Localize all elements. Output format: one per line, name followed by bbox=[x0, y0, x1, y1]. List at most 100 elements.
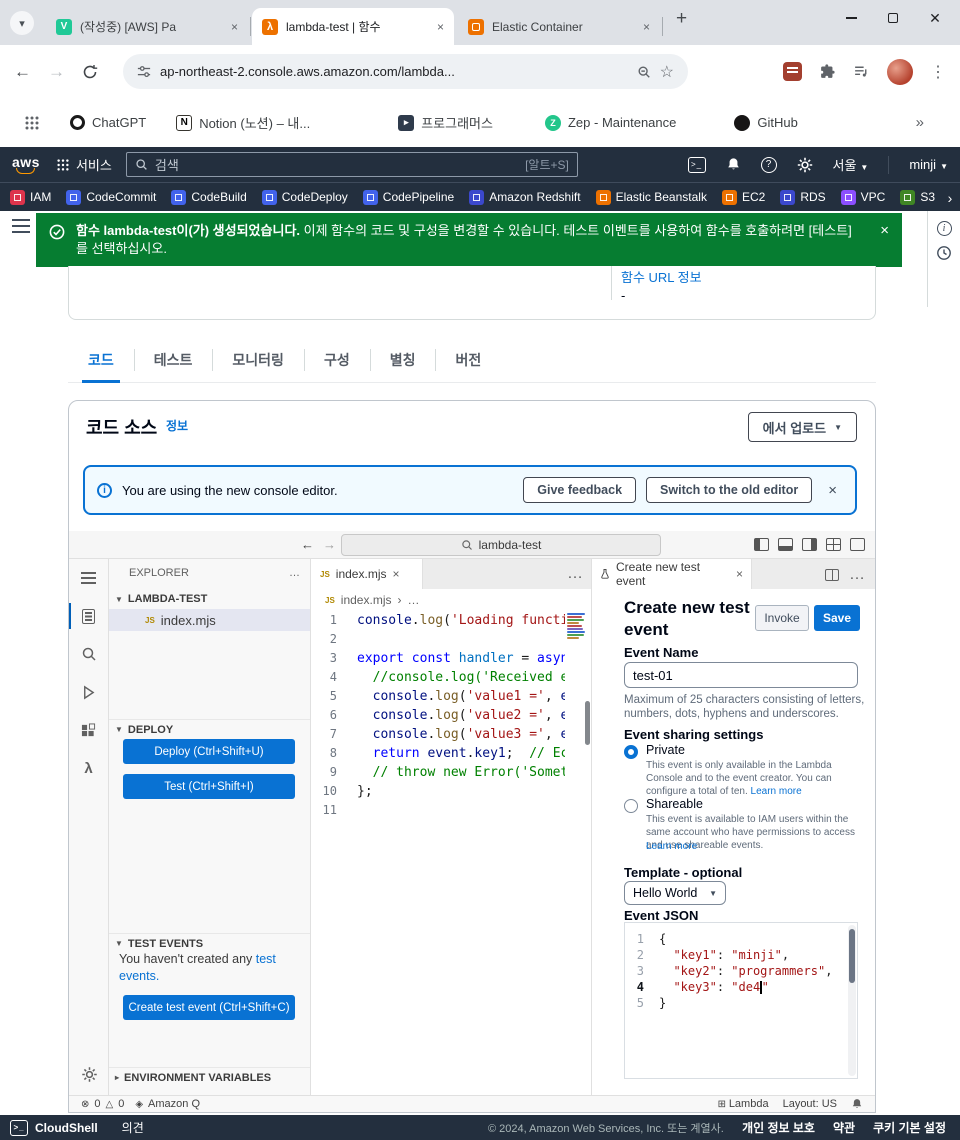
favorite-vpc[interactable]: VPC bbox=[840, 189, 885, 205]
notebook-extension-icon[interactable] bbox=[783, 62, 802, 81]
more-actions-icon[interactable]: … bbox=[289, 567, 300, 579]
tab-close-icon[interactable]: × bbox=[392, 567, 399, 581]
favorite-codedeploy[interactable]: CodeDeploy bbox=[261, 189, 348, 205]
favorite-codebuild[interactable]: CodeBuild bbox=[171, 189, 247, 205]
favorite-codepipeline[interactable]: CodePipeline bbox=[362, 189, 454, 205]
amazon-q-icon[interactable]: ◈ bbox=[135, 1099, 143, 1110]
panel-tab-create-test-event[interactable]: Create new test event × bbox=[592, 559, 752, 589]
amazon-q-label[interactable]: Amazon Q bbox=[148, 1098, 200, 1110]
learn-more-link[interactable]: Learn more bbox=[646, 841, 697, 852]
flash-close-icon[interactable]: × bbox=[880, 222, 889, 240]
test-button[interactable]: Test (Ctrl+Shift+I) bbox=[123, 774, 295, 799]
deploy-section[interactable]: ▼ DEPLOY bbox=[109, 719, 310, 739]
favorite-iam[interactable]: IAM bbox=[10, 189, 51, 205]
more-actions-icon[interactable]: … bbox=[849, 566, 865, 584]
editor-forward-icon[interactable]: → bbox=[323, 537, 336, 552]
tab-versions[interactable]: 버전 bbox=[435, 337, 501, 382]
browser-tab-lambda[interactable]: λ lambda-test | 함수 × bbox=[252, 8, 454, 45]
tab-code[interactable]: 코드 bbox=[68, 337, 134, 383]
banner-close-icon[interactable]: × bbox=[828, 482, 837, 499]
bookmark-chatgpt[interactable]: ChatGPT bbox=[70, 115, 146, 130]
extensions-button[interactable] bbox=[69, 711, 108, 749]
aws-logo[interactable]: aws bbox=[12, 155, 40, 174]
event-name-input[interactable] bbox=[624, 662, 858, 688]
cloudshell-icon[interactable]: >_ bbox=[687, 156, 706, 173]
terms-link[interactable]: 약관 bbox=[833, 1119, 855, 1136]
settings-gear-icon[interactable] bbox=[797, 157, 813, 173]
bookmarks-overflow-icon[interactable]: » bbox=[916, 114, 924, 131]
shareable-radio[interactable] bbox=[624, 799, 638, 813]
favorite-ec2[interactable]: EC2 bbox=[721, 189, 765, 205]
split-editor-icon[interactable] bbox=[825, 569, 839, 581]
tab-close-icon[interactable]: × bbox=[231, 20, 238, 34]
run-debug-button[interactable] bbox=[69, 673, 108, 711]
toggle-sidebar-icon[interactable] bbox=[754, 538, 769, 551]
tab-close-icon[interactable]: × bbox=[643, 20, 650, 34]
breadcrumb-file[interactable]: index.mjs bbox=[341, 593, 392, 607]
browser-tab-ecs[interactable]: Elastic Container × bbox=[458, 8, 660, 45]
help-icon[interactable]: ? bbox=[760, 156, 777, 173]
minimap[interactable] bbox=[567, 613, 587, 640]
tab-close-icon[interactable]: × bbox=[437, 20, 444, 34]
search-button[interactable] bbox=[69, 635, 108, 673]
private-radio[interactable] bbox=[624, 745, 638, 759]
bookmark-notion[interactable]: N Notion (노션) – 내... bbox=[176, 113, 310, 132]
info-panel-button[interactable]: i bbox=[936, 220, 952, 236]
toggle-secondary-sidebar-icon[interactable] bbox=[802, 538, 817, 551]
favorite-redshift[interactable]: Amazon Redshift bbox=[469, 189, 581, 205]
favorites-overflow-chevron-icon[interactable]: › bbox=[940, 183, 960, 211]
bookmark-programmers[interactable]: ▸ 프로그래머스 bbox=[398, 113, 493, 132]
environment-variables-section[interactable]: ▸ ENVIRONMENT VARIABLES bbox=[109, 1067, 310, 1087]
profile-avatar[interactable] bbox=[887, 58, 913, 85]
info-link[interactable]: 정보 bbox=[166, 417, 188, 434]
event-json-editor[interactable]: 12345 { "key1": "minji", "key2": "progra… bbox=[624, 922, 858, 1079]
tab-test[interactable]: 테스트 bbox=[133, 337, 213, 382]
invoke-button[interactable]: Invoke bbox=[755, 605, 809, 631]
switch-old-editor-button[interactable]: Switch to the old editor bbox=[646, 477, 813, 503]
favorite-codecommit[interactable]: CodeCommit bbox=[66, 189, 156, 205]
cloudshell-link[interactable]: >_ CloudShell bbox=[10, 1119, 98, 1136]
upload-from-button[interactable]: 에서 업로드 ▼ bbox=[747, 412, 857, 442]
warnings-icon[interactable]: △ bbox=[106, 1099, 114, 1110]
deploy-button[interactable]: Deploy (Ctrl+Shift+U) bbox=[123, 739, 295, 764]
window-minimize-button[interactable] bbox=[830, 0, 872, 36]
back-icon[interactable]: ← bbox=[14, 62, 31, 82]
editor-tab-index-mjs[interactable]: JS index.mjs × bbox=[311, 559, 423, 589]
grid-layout-icon[interactable] bbox=[826, 538, 841, 551]
layout-status[interactable]: Layout: US bbox=[783, 1098, 837, 1110]
browser-menu-icon[interactable]: ⋮ bbox=[930, 62, 946, 82]
reload-icon[interactable] bbox=[82, 64, 98, 80]
bookmark-github[interactable]: GitHub bbox=[734, 114, 798, 131]
tab-search-chevron-icon[interactable]: ▾ bbox=[10, 11, 34, 35]
cookie-settings-link[interactable]: 쿠키 기본 설정 bbox=[873, 1119, 946, 1136]
learn-more-link[interactable]: Learn more bbox=[751, 786, 802, 797]
file-index-mjs[interactable]: JS index.mjs bbox=[109, 609, 310, 631]
editor-more-actions-icon[interactable]: … bbox=[567, 565, 583, 583]
code-editor[interactable]: 1 2 3 4 5 6 7 8 9 10 11 console.log('Loading funct… bbox=[311, 607, 591, 1095]
tab-monitoring[interactable]: 모니터링 bbox=[212, 337, 304, 382]
privacy-link[interactable]: 개인 정보 보호 bbox=[742, 1119, 815, 1136]
toggle-panel-icon[interactable] bbox=[778, 538, 793, 551]
settings-button[interactable] bbox=[69, 1059, 109, 1089]
explorer-button[interactable] bbox=[69, 597, 108, 635]
customize-layout-icon[interactable] bbox=[850, 538, 865, 551]
create-test-event-button[interactable]: Create test event (Ctrl+Shift+C) bbox=[123, 995, 295, 1020]
function-url-info-link[interactable]: 함수 URL 정보 bbox=[621, 267, 702, 286]
json-scrollbar-thumb[interactable] bbox=[849, 929, 855, 983]
window-maximize-button[interactable] bbox=[872, 0, 914, 36]
media-playlist-icon[interactable] bbox=[853, 63, 870, 80]
tab-configuration[interactable]: 구성 bbox=[303, 337, 370, 382]
favorite-s3[interactable]: S3 bbox=[900, 189, 935, 205]
save-button[interactable]: Save bbox=[814, 605, 860, 631]
region-selector[interactable]: 서울 ▼ bbox=[833, 155, 869, 174]
account-menu[interactable]: minji ▼ bbox=[909, 157, 948, 172]
aws-toolkit-button[interactable]: λ bbox=[69, 749, 108, 787]
services-menu[interactable]: 서비스 bbox=[56, 155, 112, 174]
aws-search-box[interactable]: 검색 [알트+S] bbox=[125, 152, 578, 177]
window-close-button[interactable]: ✕ bbox=[914, 0, 956, 36]
address-bar[interactable]: ap-northeast-2.console.aws.amazon.com/la… bbox=[123, 54, 688, 89]
browser-tab-velog[interactable]: V (작성중) [AWS] Pa × bbox=[46, 8, 248, 45]
template-select[interactable]: Hello World ▼ bbox=[624, 881, 726, 905]
apps-grid-icon[interactable] bbox=[24, 115, 40, 131]
feedback-link[interactable]: 의견 bbox=[122, 1119, 144, 1136]
